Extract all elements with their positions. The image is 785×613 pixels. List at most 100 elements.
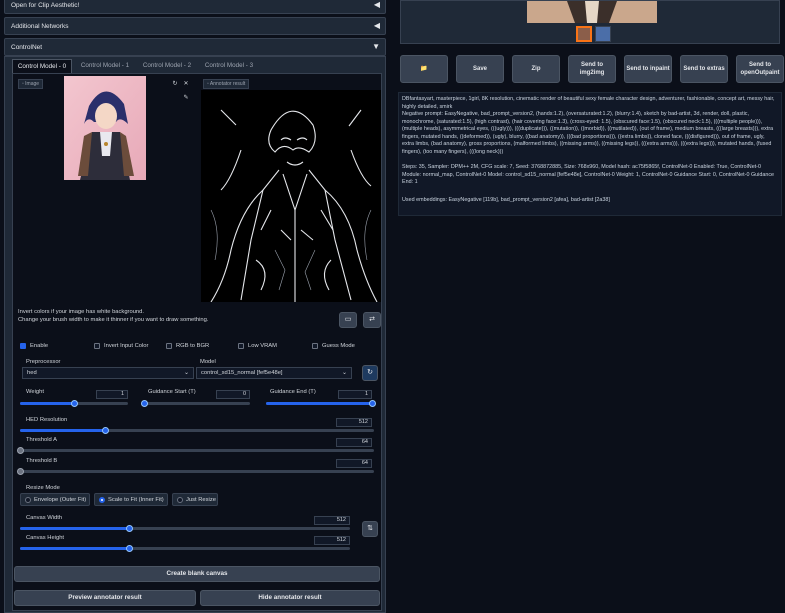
send-to-inpaint-label: Send to inpaint [626, 66, 670, 72]
model-value: control_sd15_normal [fef5e48e] [201, 370, 283, 376]
negative-prompt-text: Negative prompt: EasyNegative, bad_promp… [402, 111, 774, 155]
guidance-start-slider[interactable] [141, 400, 250, 407]
threshold-b-slider-handle[interactable] [17, 468, 24, 475]
threshold-b-slider[interactable] [17, 468, 374, 475]
accordion-clip-aesthetic[interactable]: Open for Clip Aesthetic! ◀ [4, 0, 386, 14]
canvas-height-slider-fill [20, 547, 129, 550]
low-vram-checkbox[interactable] [238, 343, 244, 349]
canvas-height-slider-handle[interactable] [125, 545, 133, 552]
resize-option-envelope[interactable]: Envelope (Outer Fit) [20, 493, 90, 506]
zip-label: Zip [531, 66, 541, 72]
used-embeddings-text: Used embeddings: EasyNegative [119b], ba… [402, 197, 610, 203]
tab-control-model-2[interactable]: Control Model - 2 [138, 59, 196, 73]
send-to-inpaint-button[interactable]: Send to inpaint [624, 55, 672, 83]
gallery-thumbnail[interactable] [595, 26, 611, 42]
open-folder-button[interactable]: 📁 [400, 55, 448, 83]
canvas-height-label: Canvas Height [26, 535, 65, 541]
resize-just-resize-radio[interactable] [177, 497, 183, 503]
swap-button[interactable]: ⇄ [363, 312, 381, 328]
hed-resolution-slider-fill [20, 429, 105, 432]
resize-just-resize-label: Just Resize [186, 497, 216, 503]
send-to-extras-button[interactable]: Send to extras [680, 55, 728, 83]
guidance-end-slider[interactable] [266, 400, 376, 407]
hed-resolution-slider-handle[interactable] [101, 427, 109, 434]
send-to-extras-label: Send to extras [683, 66, 725, 72]
send-to-openoutpaint-label: Send to openOutpaint [740, 62, 780, 76]
chevron-down-icon: ⌄ [183, 370, 189, 376]
refresh-models-button[interactable]: ↻ [362, 365, 378, 381]
annotator-label: ▫ Annotator result [203, 79, 250, 89]
canvas-width-slider-handle[interactable] [125, 525, 133, 532]
threshold-b-value[interactable]: 64 [336, 459, 372, 468]
brush-icon[interactable]: ✎ [182, 94, 190, 102]
weight-value[interactable]: 1 [96, 390, 128, 399]
tab-control-model-1[interactable]: Control Model - 1 [76, 59, 134, 73]
weight-label: Weight [26, 389, 44, 395]
guidance-start-slider-handle[interactable] [141, 400, 148, 407]
resize-option-scale-to-fit[interactable]: Scale to Fit (Inner Fit) [94, 493, 168, 506]
preview-annotator-button[interactable]: Preview annotator result [14, 590, 196, 606]
threshold-a-slider[interactable] [17, 447, 374, 454]
send-to-openoutpaint-button[interactable]: Send to openOutpaint [736, 55, 784, 83]
image-input-area[interactable]: ▫ Image ↻ ✕ ✎ [14, 76, 197, 302]
threshold-a-slider-handle[interactable] [17, 447, 24, 454]
hide-annotator-button[interactable]: Hide annotator result [200, 590, 380, 606]
invert-input-color-label: Invert Input Color [104, 343, 149, 349]
resize-scale-to-fit-label: Scale to Fit (Inner Fit) [108, 497, 164, 503]
guess-mode-label: Guess Mode [322, 343, 355, 349]
swap-dimensions-button[interactable]: ⇅ [362, 521, 378, 537]
guidance-start-value[interactable]: 0 [216, 390, 250, 399]
weight-slider[interactable] [20, 400, 128, 407]
canvas-width-value[interactable]: 512 [314, 516, 350, 525]
gallery-preview-image[interactable] [527, 1, 657, 23]
weight-slider-handle[interactable] [71, 400, 78, 407]
canvas-width-slider[interactable] [20, 525, 350, 532]
close-icon[interactable]: ✕ [182, 80, 190, 88]
save-button[interactable]: Save [456, 55, 504, 83]
refresh-icon: ↻ [367, 369, 373, 376]
gallery-thumbnail-selected[interactable] [576, 26, 592, 42]
accordion-controlnet[interactable]: ControlNet ▼ [4, 38, 386, 56]
gallery-panel [400, 0, 780, 44]
preprocessor-select[interactable]: hed ⌄ [22, 367, 194, 379]
canvas-icon: ▭ [344, 316, 352, 323]
hed-resolution-value[interactable]: 512 [336, 418, 372, 427]
enable-checkbox[interactable] [20, 343, 26, 349]
canvas-height-slider[interactable] [20, 545, 350, 552]
tab-control-model-0[interactable]: Control Model - 0 [12, 59, 72, 73]
open-canvas-button[interactable]: ▭ [339, 312, 357, 328]
guidance-end-slider-fill [266, 402, 372, 405]
tab-control-model-3[interactable]: Control Model - 3 [200, 59, 258, 73]
canvas-height-value[interactable]: 512 [314, 536, 350, 545]
uploaded-image [64, 76, 146, 180]
invert-input-color-checkbox[interactable] [94, 343, 100, 349]
resize-scale-to-fit-radio[interactable] [99, 497, 105, 503]
model-select[interactable]: control_sd15_normal [fef5e48e] ⌄ [196, 367, 352, 379]
low-vram-label: Low VRAM [248, 343, 277, 349]
annotator-image [201, 90, 381, 302]
rgb-to-bgr-checkbox[interactable] [166, 343, 172, 349]
threshold-b-label: Threshold B [26, 458, 58, 464]
accordion-additional-networks[interactable]: Additional Networks ◀ [4, 17, 386, 35]
hed-resolution-slider[interactable] [20, 427, 374, 434]
preprocessor-value: hed [27, 370, 37, 376]
canvas-width-label: Canvas Width [26, 515, 63, 521]
guidance-start-label: Guidance Start (T) [148, 389, 196, 395]
resize-envelope-radio[interactable] [25, 497, 31, 503]
accordion-label: ControlNet [11, 44, 43, 51]
zip-button[interactable]: Zip [512, 55, 560, 83]
model-label: Model [200, 359, 216, 365]
collapse-arrow-icon: ◀ [373, 0, 380, 9]
send-to-img2img-button[interactable]: Send to img2img [568, 55, 616, 83]
create-blank-canvas-button[interactable]: Create blank canvas [14, 566, 380, 582]
send-to-img2img-label: Send to img2img [579, 62, 605, 76]
resize-option-just-resize[interactable]: Just Resize [172, 493, 218, 506]
guidance-end-value[interactable]: 1 [338, 390, 372, 399]
image-icon: ▫ [207, 81, 209, 87]
swap-icon: ⇅ [367, 525, 373, 532]
guidance-end-slider-handle[interactable] [369, 400, 376, 407]
rgb-to-bgr-label: RGB to BGR [176, 343, 210, 349]
threshold-a-value[interactable]: 64 [336, 438, 372, 447]
guess-mode-checkbox[interactable] [312, 343, 318, 349]
refresh-icon[interactable]: ↻ [171, 80, 179, 88]
